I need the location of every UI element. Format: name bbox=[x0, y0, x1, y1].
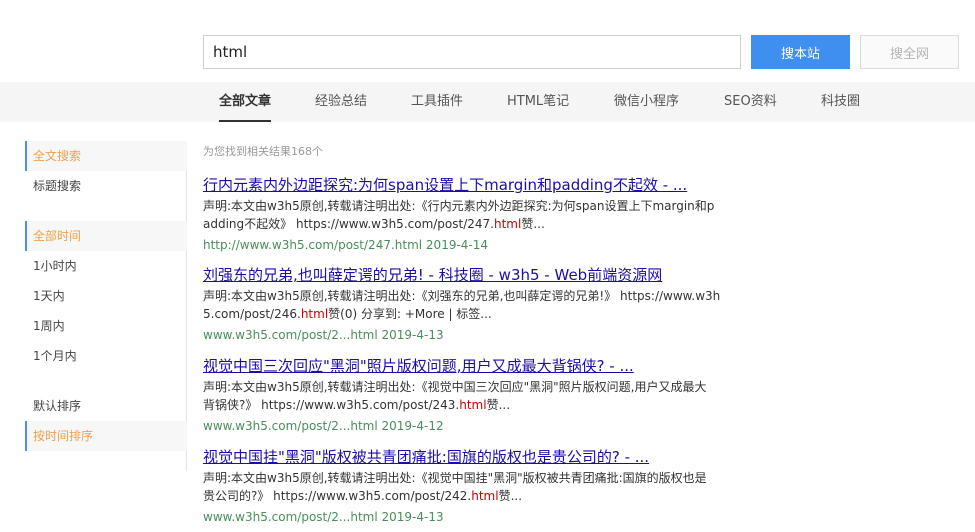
sort-by-time[interactable]: 按时间排序 bbox=[25, 421, 187, 451]
snippet-line: 声明:本文由w3h5原创,转载请注明出处:《视觉中国三次回应"黑洞"照片版权问题… bbox=[203, 380, 707, 394]
keyword-highlight: html bbox=[300, 307, 329, 321]
results-count: 为您找到相关结果168个 bbox=[203, 145, 323, 158]
snippet-line: 贵公司的?》 https://www.w3h5.com/post/242.htm… bbox=[203, 487, 748, 505]
keyword-highlight: html bbox=[471, 489, 499, 503]
tab-all-articles[interactable]: 全部文章 bbox=[219, 82, 272, 122]
result-url: www.w3h5.com/post/2...html 2019-4-12 bbox=[203, 419, 444, 433]
result-url: www.w3h5.com/post/2...html 2019-4-13 bbox=[203, 510, 444, 524]
tab-tech[interactable]: 科技圈 bbox=[821, 82, 860, 122]
snippet-line: 声明:本文由w3h5原创,转载请注明出处:《刘强东的兄弟,也叫薛定谔的兄弟!》 … bbox=[203, 289, 721, 303]
snippet-text: 背锅侠?》 https://www.w3h5.com/post/243. bbox=[203, 398, 460, 412]
search-result: 视觉中国三次回应"黑洞"照片版权问题,用户又成最大背锅侠? - ... 声明:本… bbox=[203, 356, 748, 434]
result-title-link[interactable]: 行内元素内外边距探究:为何span设置上下margin和padding不起效 -… bbox=[203, 175, 748, 195]
result-title-link[interactable]: 视觉中国三次回应"黑洞"照片版权问题,用户又成最大背锅侠? - ... bbox=[203, 356, 748, 376]
keyword-highlight: html bbox=[493, 217, 522, 231]
search-result: 视觉中国挂"黑洞"版权被共青团痛批:国旗的版权也是贵公司的? - ... 声明:… bbox=[203, 447, 748, 525]
search-all-button[interactable]: 搜全网 bbox=[860, 35, 959, 69]
result-title-link[interactable]: 视觉中国挂"黑洞"版权被共青团痛批:国旗的版权也是贵公司的? - ... bbox=[203, 447, 748, 467]
filter-1-day[interactable]: 1天内 bbox=[25, 281, 187, 311]
snippet-line: 5.com/post/246.html赞(0) 分享到: +More | 标签.… bbox=[203, 305, 748, 323]
snippet-line: 背锅侠?》 https://www.w3h5.com/post/243.html… bbox=[203, 396, 748, 414]
filter-1-hour[interactable]: 1小时内 bbox=[25, 251, 187, 281]
search-header: 搜本站 搜全网 bbox=[0, 0, 975, 82]
tab-seo[interactable]: SEO资料 bbox=[724, 82, 777, 122]
filter-title[interactable]: 标题搜索 bbox=[25, 171, 187, 201]
tab-mini-program[interactable]: 微信小程序 bbox=[614, 82, 679, 122]
search-input[interactable] bbox=[203, 35, 741, 69]
keyword-highlight: html bbox=[459, 398, 487, 412]
result-snippet: 声明:本文由w3h5原创,转载请注明出处:《行内元素内外边距探究:为何span设… bbox=[203, 197, 748, 233]
snippet-text: 赞... bbox=[498, 489, 523, 503]
snippet-line: adding不起效》 https://www.w3h5.com/post/247… bbox=[203, 215, 748, 233]
snippet-text: 赞(0) 分享到: +More | 标签... bbox=[328, 307, 492, 321]
sort-default[interactable]: 默认排序 bbox=[25, 391, 187, 421]
snippet-line: 声明:本文由w3h5原创,转载请注明出处:《视觉中国挂"黑洞"版权被共青团痛批:… bbox=[203, 471, 707, 485]
filter-1-month[interactable]: 1个月内 bbox=[25, 341, 187, 371]
result-snippet: 声明:本文由w3h5原创,转载请注明出处:《视觉中国三次回应"黑洞"照片版权问题… bbox=[203, 378, 748, 414]
result-snippet: 声明:本文由w3h5原创,转载请注明出处:《视觉中国挂"黑洞"版权被共青团痛批:… bbox=[203, 469, 748, 505]
snippet-text: 赞... bbox=[521, 217, 545, 231]
tab-html-notes[interactable]: HTML笔记 bbox=[507, 82, 569, 122]
snippet-line: 声明:本文由w3h5原创,转载请注明出处:《行内元素内外边距探究:为何span设… bbox=[203, 199, 715, 213]
search-result: 刘强东的兄弟,也叫薛定谔的兄弟! - 科技圈 - w3h5 - Web前端资源网… bbox=[203, 265, 748, 343]
filter-fulltext[interactable]: 全文搜索 bbox=[25, 141, 187, 171]
snippet-text: 贵公司的?》 https://www.w3h5.com/post/242. bbox=[203, 489, 472, 503]
filter-all-time[interactable]: 全部时间 bbox=[25, 221, 187, 251]
result-title-link[interactable]: 刘强东的兄弟,也叫薛定谔的兄弟! - 科技圈 - w3h5 - Web前端资源网 bbox=[203, 265, 748, 285]
snippet-text: adding不起效》 https://www.w3h5.com/post/247… bbox=[203, 217, 494, 231]
search-result: 行内元素内外边距探究:为何span设置上下margin和padding不起效 -… bbox=[203, 175, 748, 253]
filter-1-week[interactable]: 1周内 bbox=[25, 311, 187, 341]
category-nav: 全部文章 经验总结 工具插件 HTML笔记 微信小程序 SEO资料 科技圈 bbox=[0, 82, 975, 122]
result-url: www.w3h5.com/post/2...html 2019-4-13 bbox=[203, 328, 444, 342]
search-site-button[interactable]: 搜本站 bbox=[751, 35, 850, 69]
result-snippet: 声明:本文由w3h5原创,转载请注明出处:《刘强东的兄弟,也叫薛定谔的兄弟!》 … bbox=[203, 287, 748, 323]
tab-experience[interactable]: 经验总结 bbox=[315, 82, 367, 122]
filter-sidebar: 全文搜索 标题搜索 全部时间 1小时内 1天内 1周内 1个月内 默认排序 按时… bbox=[25, 141, 187, 471]
snippet-text: 5.com/post/246. bbox=[203, 307, 301, 321]
snippet-text: 赞... bbox=[486, 398, 511, 412]
result-url: http://www.w3h5.com/post/247.html 2019-4… bbox=[203, 238, 489, 252]
tab-tools[interactable]: 工具插件 bbox=[411, 82, 463, 122]
